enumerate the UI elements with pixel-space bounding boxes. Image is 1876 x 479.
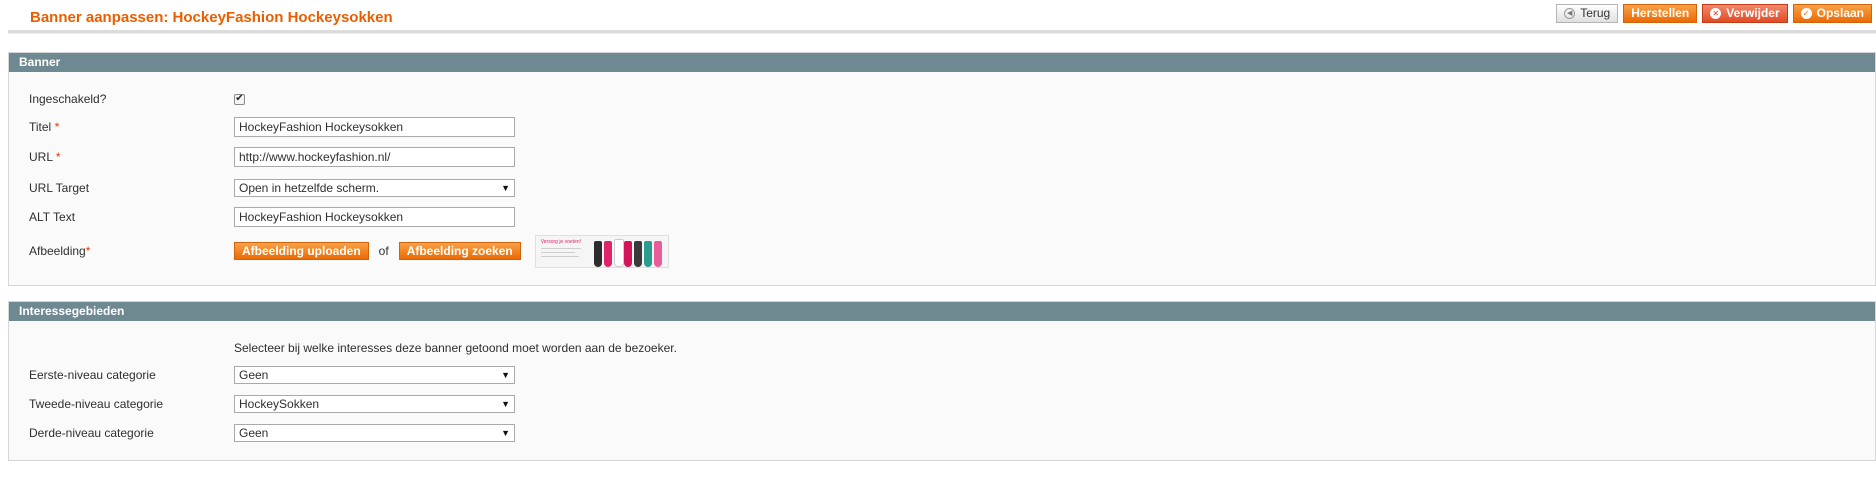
level2-selected: HockeySokken — [239, 397, 320, 411]
thumbnail-text-line — [540, 251, 575, 253]
reset-button-label: Herstellen — [1631, 6, 1690, 20]
header-divider — [8, 30, 1876, 34]
interests-fieldset: Interessegebieden Selecteer bij welke in… — [8, 301, 1876, 461]
title-required-marker: * — [54, 120, 60, 134]
title-control — [234, 117, 515, 137]
chevron-down-icon: ▼ — [501, 399, 510, 409]
banner-image-thumbnail[interactable]: Versorg je voeten! — [534, 234, 669, 268]
image-control: Afbeelding uploaden of Afbeelding zoeken… — [234, 234, 669, 268]
or-text: of — [378, 244, 389, 258]
title-label: Titel * — [29, 120, 59, 134]
page-title: Banner aanpassen: HockeyFashion Hockeyso… — [30, 9, 393, 26]
level2-control: HockeySokken ▼ — [234, 395, 515, 413]
url-label-text: URL — [29, 150, 53, 164]
interests-section-heading: Interessegebieden — [9, 302, 1875, 321]
alt-text-control — [234, 207, 515, 227]
url-input[interactable] — [234, 147, 515, 167]
enabled-label: Ingeschakeld? — [29, 92, 107, 106]
url-control — [234, 147, 515, 167]
image-label-text: Afbeelding — [29, 244, 86, 258]
title-label-text: Titel — [29, 120, 52, 134]
level3-control: Geen ▼ — [234, 424, 515, 442]
back-button[interactable]: ◀ Terug — [1556, 4, 1619, 23]
sock-graphic — [643, 240, 652, 267]
upload-image-button[interactable]: Afbeelding uploaden — [234, 242, 369, 260]
level1-selected: Geen — [239, 368, 269, 382]
thumbnail-text-line — [540, 247, 581, 249]
save-button[interactable]: ✓ Opslaan — [1792, 4, 1872, 23]
enabled-control: ✔ — [234, 93, 245, 105]
sock-graphic — [633, 240, 642, 267]
sock-graphic — [653, 240, 662, 267]
delete-button[interactable]: ✕ Verwijder — [1702, 4, 1788, 23]
page-actions: ◀ Terug Herstellen ✕ Verwijder ✓ Opslaan — [1556, 4, 1872, 23]
thumbnail-caption: Versorg je voeten! — [540, 238, 582, 245]
level1-select[interactable]: Geen ▼ — [234, 366, 515, 384]
enabled-checkbox[interactable]: ✔ — [234, 93, 245, 105]
level3-label: Derde-niveau categorie — [29, 426, 154, 440]
interests-description: Selecteer bij welke interesses deze bann… — [234, 341, 677, 355]
banner-fieldset: Banner Ingeschakeld? ✔ Titel * URL * URL… — [8, 52, 1876, 286]
image-label: Afbeelding* — [29, 244, 90, 258]
delete-x-icon: ✕ — [1710, 8, 1722, 19]
alt-text-input[interactable] — [234, 207, 515, 227]
url-target-selected: Open in hetzelfde scherm. — [239, 181, 380, 195]
thumbnail-text-line — [540, 255, 579, 257]
reset-button[interactable]: Herstellen — [1623, 4, 1698, 23]
url-target-label: URL Target — [29, 181, 90, 195]
sock-graphic — [593, 240, 602, 267]
search-image-button[interactable]: Afbeelding zoeken — [398, 242, 521, 260]
url-label: URL * — [29, 150, 61, 164]
level3-select[interactable]: Geen ▼ — [234, 424, 515, 442]
title-input[interactable] — [234, 117, 515, 137]
level2-label: Tweede-niveau categorie — [29, 397, 164, 411]
level2-select[interactable]: HockeySokken ▼ — [234, 395, 515, 413]
image-required-marker: * — [85, 244, 91, 258]
save-button-label: Opslaan — [1816, 6, 1864, 20]
url-target-control: Open in hetzelfde scherm. ▼ — [234, 179, 515, 197]
alt-text-label: ALT Text — [29, 210, 76, 224]
sock-graphic — [613, 238, 624, 267]
chevron-down-icon: ▼ — [501, 183, 510, 193]
chevron-down-icon: ▼ — [501, 370, 510, 380]
level3-selected: Geen — [239, 426, 269, 440]
sock-graphic — [603, 240, 612, 267]
chevron-down-icon: ▼ — [501, 428, 510, 438]
save-check-icon: ✓ — [1800, 8, 1812, 19]
back-arrow-icon: ◀ — [1564, 8, 1576, 19]
banner-section-heading: Banner — [9, 53, 1875, 72]
url-target-select[interactable]: Open in hetzelfde scherm. ▼ — [234, 179, 515, 197]
url-required-marker: * — [55, 150, 61, 164]
sock-graphic — [623, 240, 632, 267]
level1-label: Eerste-niveau categorie — [29, 368, 156, 382]
level1-control: Geen ▼ — [234, 366, 515, 384]
delete-button-label: Verwijder — [1726, 6, 1780, 20]
back-button-label: Terug — [1580, 6, 1611, 20]
